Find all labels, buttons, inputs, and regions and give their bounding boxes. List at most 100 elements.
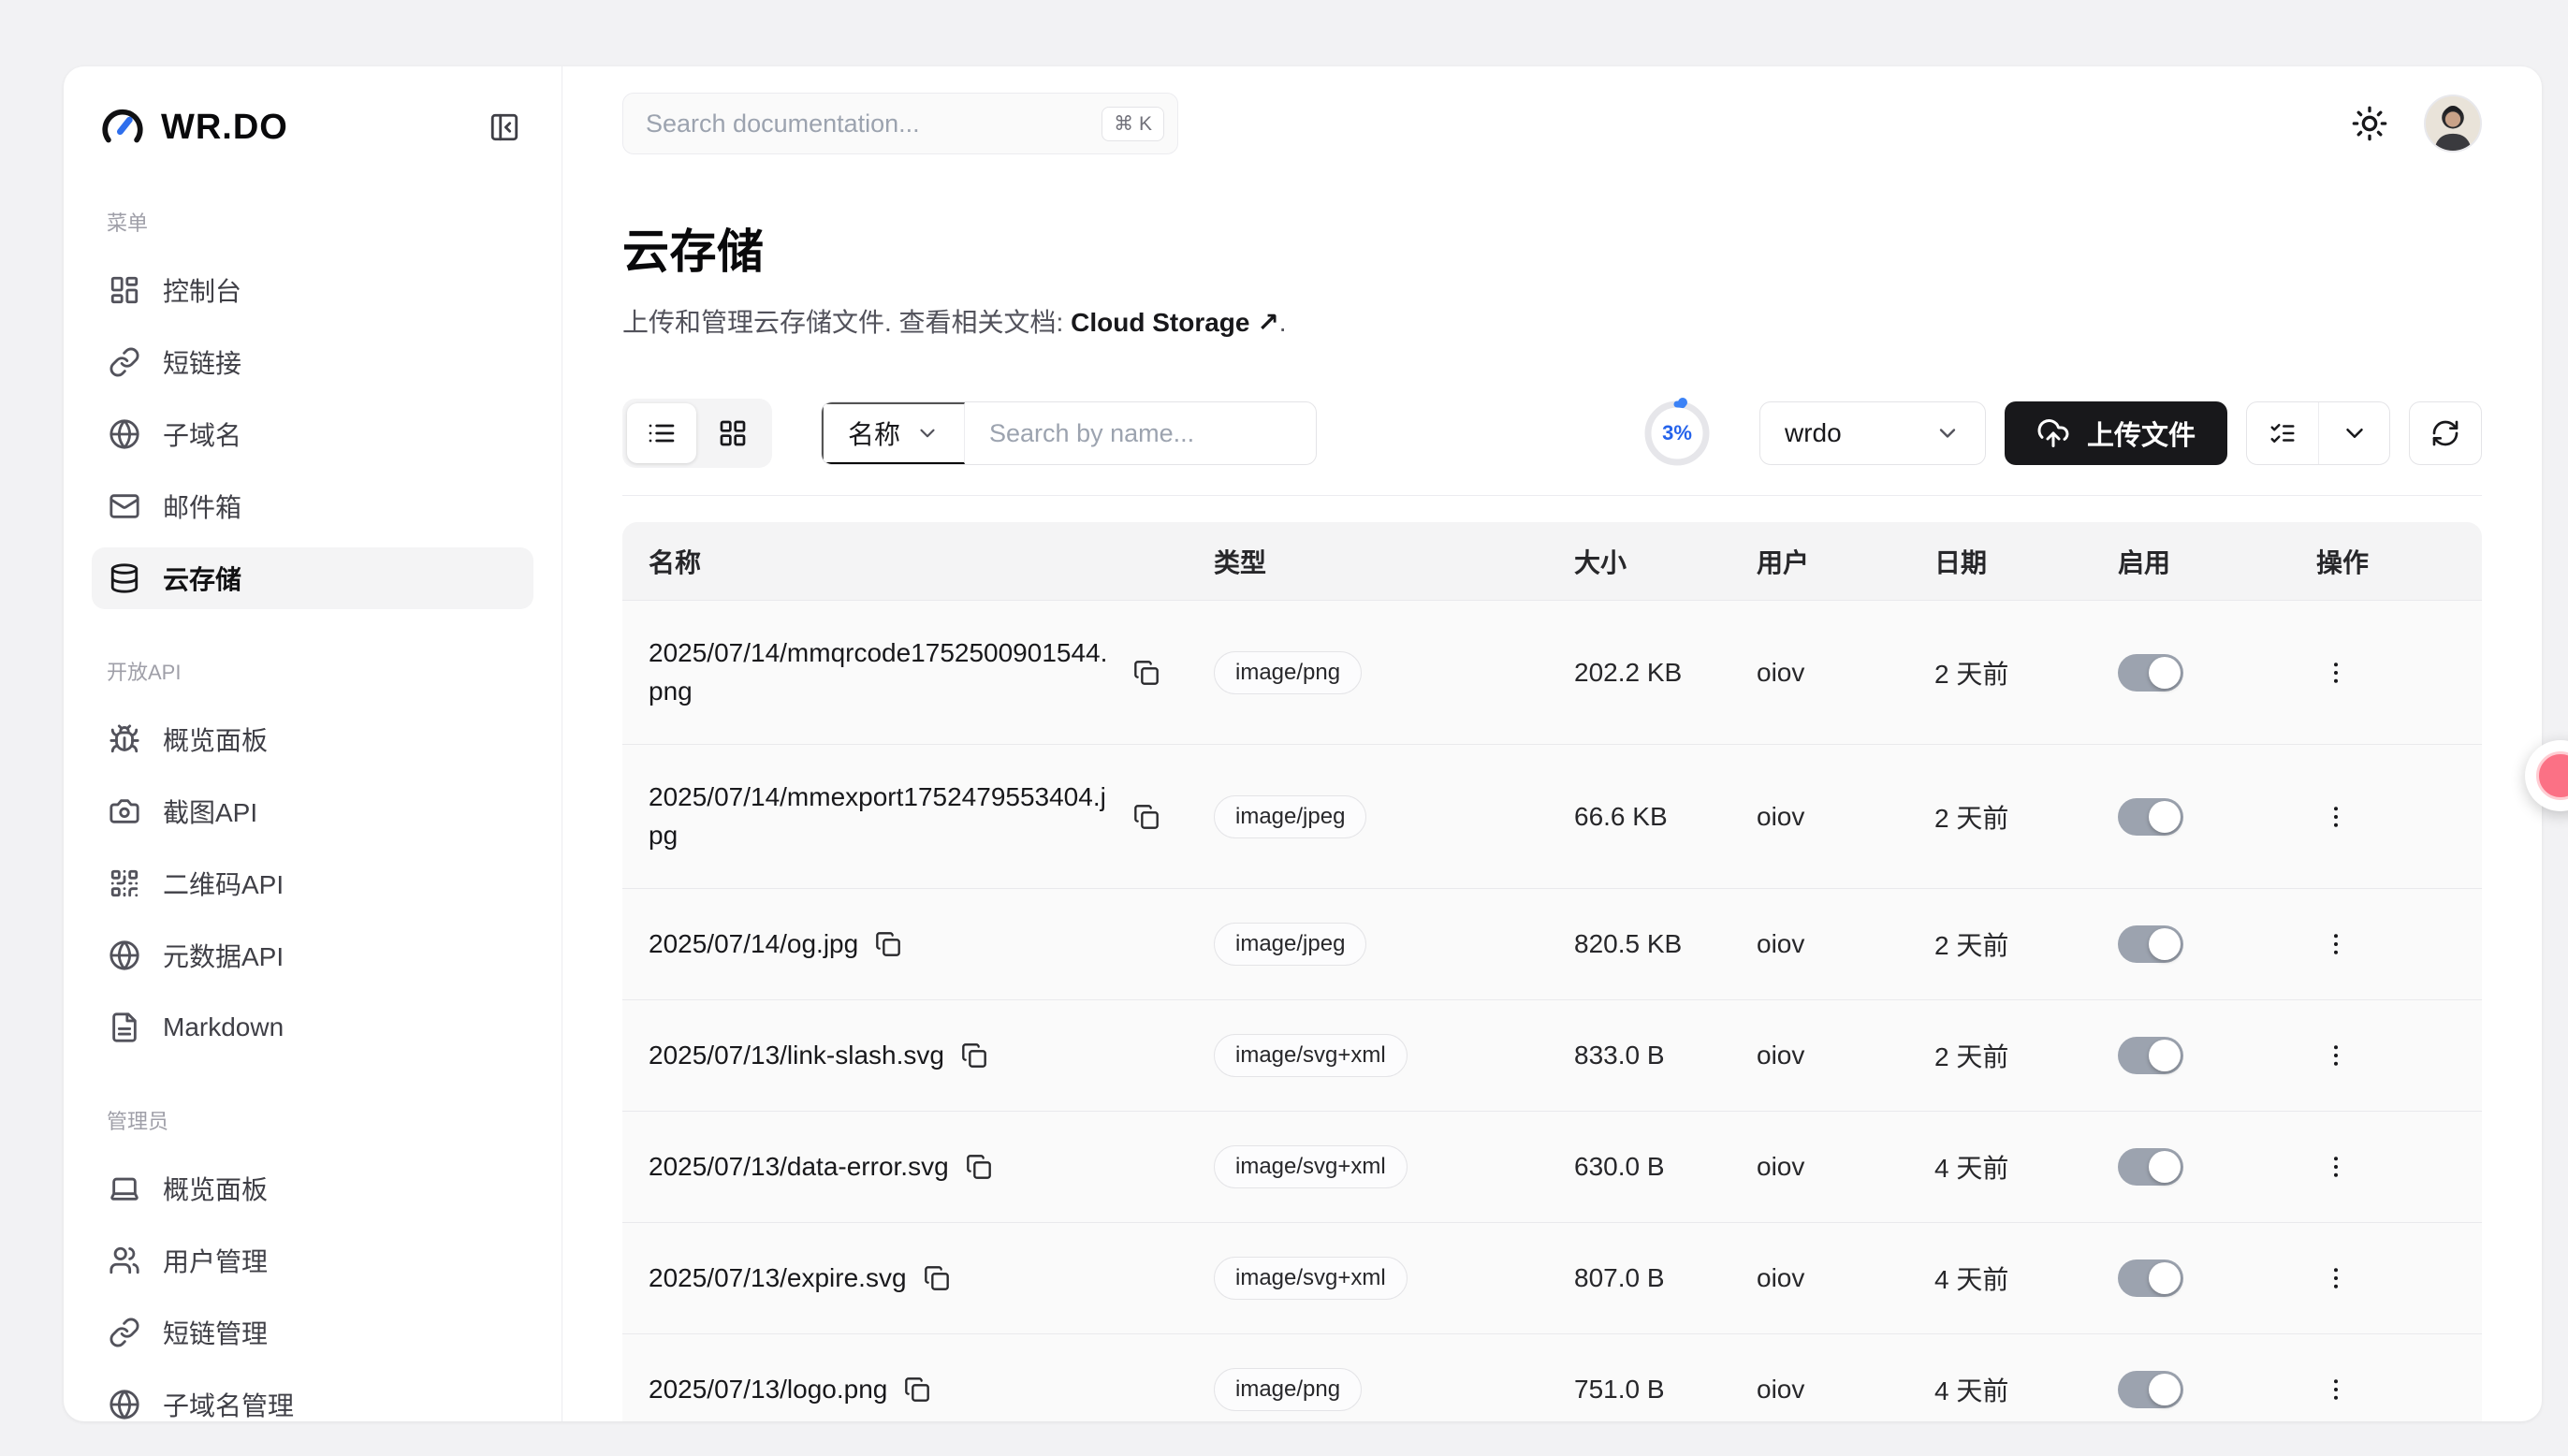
row-menu-button[interactable] [2316, 1259, 2356, 1298]
mime-type-badge: image/svg+xml [1214, 1257, 1408, 1300]
dashboard-icon [109, 274, 140, 306]
row-menu-button[interactable] [2316, 1147, 2356, 1187]
chevron-down-icon [915, 421, 940, 445]
enable-toggle[interactable] [2118, 1148, 2183, 1186]
sidebar-item-user-management[interactable]: 用户管理 [92, 1230, 533, 1291]
enable-toggle[interactable] [2118, 1259, 2183, 1297]
more-vertical-icon [2322, 1376, 2350, 1404]
row-menu-button[interactable] [2316, 1370, 2356, 1409]
actions-cell [2305, 1259, 2482, 1298]
list-view-button[interactable] [627, 403, 696, 463]
brand-gauge-icon [99, 104, 146, 151]
copy-name-button[interactable] [875, 931, 901, 957]
sidebar-item-mailbox[interactable]: 邮件箱 [92, 475, 533, 537]
doc-search-box: ⌘ K [622, 93, 1178, 154]
actions-cell [2305, 1370, 2482, 1409]
upload-label: 上传文件 [2087, 414, 2196, 453]
file-date-cell: 2 天前 [1923, 798, 2107, 836]
filter-field-label: 名称 [848, 415, 900, 452]
files-table: 名称类型大小用户日期启用操作 2025/07/14/mmqrcode175250… [622, 522, 2482, 1421]
file-size-cell: 202.2 KB [1563, 658, 1745, 688]
copy-name-button[interactable] [966, 1154, 992, 1180]
bucket-select[interactable]: wrdo [1759, 401, 1986, 465]
user-avatar[interactable] [2424, 95, 2482, 153]
list-view-icon [647, 418, 677, 448]
link-icon [109, 1317, 140, 1348]
main-content: ⌘ K [562, 66, 2542, 1421]
file-name-cell: 2025/07/13/link-slash.svg [622, 1037, 1193, 1075]
copy-name-button[interactable] [1133, 804, 1160, 830]
enable-toggle[interactable] [2118, 1037, 2183, 1074]
file-user-cell: oiov [1745, 658, 1923, 688]
refresh-button[interactable] [2409, 401, 2482, 465]
file-size-cell: 820.5 KB [1563, 929, 1745, 959]
column-header: 操作 [2305, 543, 2482, 580]
copy-name-button[interactable] [904, 1376, 930, 1403]
theme-toggle-button[interactable] [2351, 105, 2388, 142]
batch-actions-group [2246, 401, 2390, 465]
brand: WR.DO [99, 104, 288, 151]
sidebar-collapse-button[interactable] [483, 106, 526, 149]
refresh-icon [2430, 418, 2460, 448]
row-menu-button[interactable] [2316, 797, 2356, 837]
sidebar-item-qrcode-api[interactable]: 二维码API [92, 852, 533, 914]
enabled-cell [2107, 654, 2305, 692]
file-name-cell: 2025/07/14/og.jpg [622, 925, 1193, 964]
sidebar-item-screenshot-api[interactable]: 截图API [92, 780, 533, 842]
cloud-storage-doc-link[interactable]: Cloud Storage ↗ [1071, 308, 1279, 337]
sidebar-item-label: 概览面板 [163, 1170, 268, 1207]
link-icon [109, 346, 140, 378]
copy-icon [1133, 804, 1160, 830]
mime-type-badge: image/png [1214, 651, 1362, 694]
sidebar: WR.DO 菜单控制台短链接子域名邮件箱云存储开放API概览面板截图API二维码… [64, 66, 562, 1421]
app-window: WR.DO 菜单控制台短链接子域名邮件箱云存储开放API概览面板截图API二维码… [64, 66, 2542, 1421]
file-name: 2025/07/13/data-error.svg [649, 1148, 949, 1187]
sidebar-item-link-management[interactable]: 短链管理 [92, 1302, 533, 1363]
file-type-cell: image/png [1193, 651, 1563, 694]
sidebar-item-label: 邮件箱 [163, 488, 241, 525]
more-vertical-icon [2322, 1153, 2350, 1181]
sidebar-item-subdomains[interactable]: 子域名 [92, 403, 533, 465]
upload-file-button[interactable]: 上传文件 [2005, 401, 2227, 465]
grid-view-button[interactable] [698, 403, 767, 463]
row-menu-button[interactable] [2316, 1036, 2356, 1075]
sidebar-nav: 菜单控制台短链接子域名邮件箱云存储开放API概览面板截图API二维码API元数据… [92, 211, 533, 1421]
batch-select-button[interactable] [2247, 402, 2318, 464]
sidebar-item-admin-overview[interactable]: 概览面板 [92, 1158, 533, 1219]
file-text-icon [109, 1012, 140, 1043]
file-size-cell: 751.0 B [1563, 1375, 1745, 1405]
copy-icon [875, 931, 901, 957]
file-user-cell: oiov [1745, 929, 1923, 959]
copy-name-button[interactable] [1133, 660, 1160, 686]
sidebar-item-short-links[interactable]: 短链接 [92, 331, 533, 393]
batch-more-button[interactable] [2318, 402, 2389, 464]
enable-toggle[interactable] [2118, 654, 2183, 692]
file-name: 2025/07/14/mmexport1752479553404.jpg [649, 779, 1116, 854]
sidebar-header: WR.DO [92, 66, 533, 151]
enable-toggle[interactable] [2118, 925, 2183, 963]
row-menu-button[interactable] [2316, 653, 2356, 692]
file-name: 2025/07/13/expire.svg [649, 1259, 907, 1298]
row-menu-button[interactable] [2316, 925, 2356, 964]
file-name-cell: 2025/07/13/expire.svg [622, 1259, 1193, 1298]
sidebar-item-markdown[interactable]: Markdown [92, 997, 533, 1058]
copy-name-button[interactable] [924, 1265, 950, 1291]
database-icon [109, 562, 140, 594]
file-user-cell: oiov [1745, 1152, 1923, 1182]
enable-toggle[interactable] [2118, 1371, 2183, 1408]
bucket-selected-value: wrdo [1785, 418, 1842, 448]
sidebar-item-cloud-storage[interactable]: 云存储 [92, 547, 533, 609]
sidebar-item-console[interactable]: 控制台 [92, 259, 533, 321]
sidebar-item-label: 云存储 [163, 560, 241, 597]
sidebar-item-api-overview[interactable]: 概览面板 [92, 708, 533, 770]
name-search-input[interactable] [965, 419, 1316, 448]
column-header: 启用 [2107, 543, 2305, 580]
filter-field-dropdown[interactable]: 名称 [822, 402, 965, 464]
doc-search-input[interactable] [646, 109, 1102, 138]
sidebar-item-subdomain-management[interactable]: 子域名管理 [92, 1374, 533, 1421]
enable-toggle[interactable] [2118, 798, 2183, 836]
table-row: 2025/07/14/og.jpgimage/jpeg820.5 KBoiov2… [622, 889, 2482, 1000]
copy-name-button[interactable] [961, 1042, 987, 1069]
storage-toolbar: 名称 3% wrdo [622, 398, 2482, 496]
sidebar-item-metadata-api[interactable]: 元数据API [92, 925, 533, 986]
